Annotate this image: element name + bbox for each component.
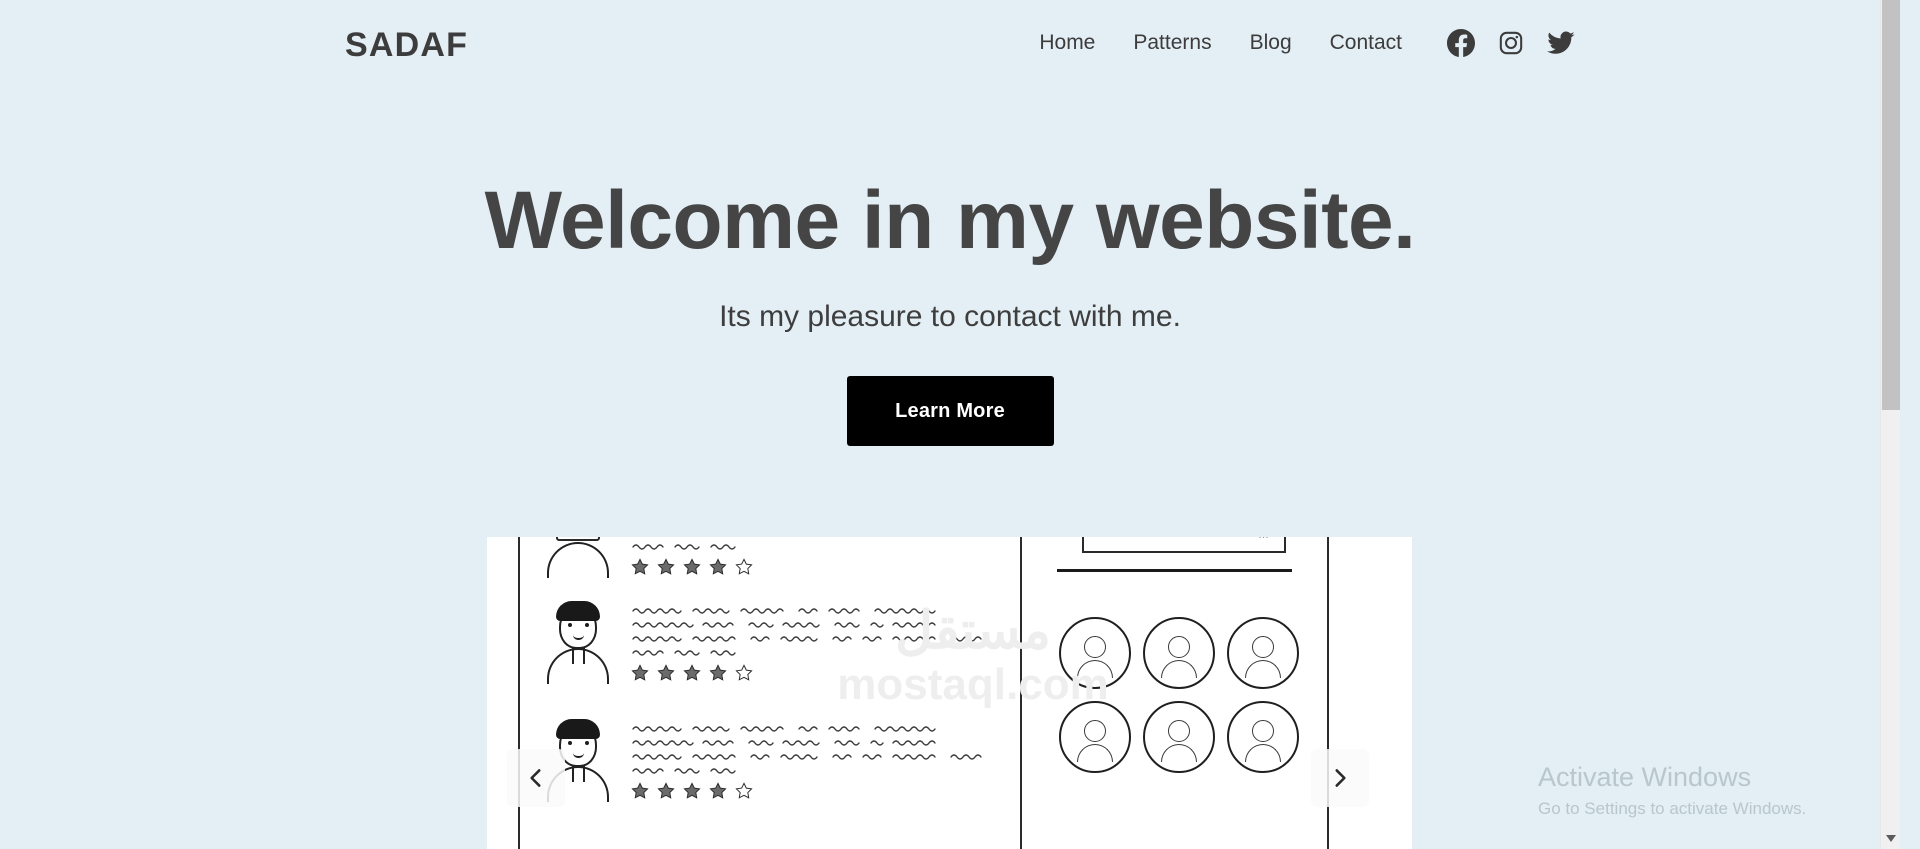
page-scrollbar[interactable] (1880, 0, 1900, 849)
mockup-carousel[interactable]: follow list مستقل mostaql.com (487, 537, 1412, 849)
star-filled-icon (657, 782, 675, 799)
chevron-left-icon (530, 769, 541, 787)
hero-cta-wrapper: Learn More (0, 376, 1900, 447)
star-filled-icon (631, 664, 649, 681)
hero-subtitle: Its my pleasure to contact with me. (719, 300, 1181, 334)
review-body (631, 601, 1051, 682)
follow-list-box[interactable]: follow list (1082, 537, 1286, 553)
twitter-icon[interactable] (1547, 29, 1575, 57)
facebook-icon[interactable] (1447, 29, 1475, 57)
page-title: Welcome in my website. (484, 175, 1416, 266)
follow-list-label: follow list (1096, 537, 1152, 540)
social-links (1447, 29, 1575, 57)
star-filled-icon (631, 782, 649, 799)
activation-subtitle: Go to Settings to activate Windows. (1538, 799, 1807, 818)
star-filled-icon (683, 782, 701, 799)
placeholder-text-lines (632, 726, 982, 774)
star-filled-icon (683, 558, 701, 575)
learn-more-button[interactable]: Learn More (846, 376, 1054, 447)
divider (1057, 569, 1292, 572)
activation-title: Activate Windows (1538, 762, 1752, 793)
user-avatar-sketch-icon (539, 537, 617, 578)
placeholder-text-lines (632, 608, 982, 656)
windows-activation-watermark: Activate Windows Go to Settings to activ… (1538, 761, 1838, 819)
carousel-prev-button[interactable] (507, 749, 565, 807)
star-filled-icon (709, 782, 727, 799)
star-filled-icon (657, 664, 675, 681)
list-item (539, 537, 1009, 578)
site-logo[interactable]: SADAF (345, 26, 468, 65)
scrollbar-down-button[interactable] (1881, 829, 1900, 847)
avatar[interactable] (1143, 701, 1215, 773)
star-empty-icon (735, 782, 753, 799)
instagram-icon[interactable] (1497, 29, 1525, 57)
main-navigation: Home Patterns Blog Contact (1020, 28, 1575, 58)
wireframe-mockup: follow list مستقل mostaql.com (487, 537, 1412, 849)
nav-link-blog[interactable]: Blog (1231, 28, 1311, 58)
nav-link-contact[interactable]: Contact (1311, 28, 1421, 58)
star-filled-icon (709, 558, 727, 575)
chevron-right-icon (1335, 769, 1346, 787)
resize-handle-icon[interactable] (1258, 537, 1272, 539)
status-badge (631, 558, 1051, 576)
star-filled-icon (657, 558, 675, 575)
star-filled-icon (631, 558, 649, 575)
hero-section: Welcome in my website. Its my pleasure t… (0, 175, 1900, 447)
list-item (539, 601, 1009, 684)
avatar[interactable] (1059, 701, 1131, 773)
star-filled-icon (683, 664, 701, 681)
nav-link-home[interactable]: Home (1020, 28, 1114, 58)
page-root: SADAF Home Patterns Blog Contact Welcome… (0, 0, 1900, 849)
sketch-rule-mid (1020, 537, 1022, 849)
avatar[interactable] (1227, 617, 1299, 689)
avatar[interactable] (1227, 701, 1299, 773)
site-header: SADAF Home Patterns Blog Contact (0, 0, 1900, 100)
nav-link-patterns[interactable]: Patterns (1114, 28, 1230, 58)
review-body (631, 537, 1051, 576)
review-body (631, 719, 1051, 800)
star-empty-icon (735, 664, 753, 681)
caret-down-icon (1886, 834, 1896, 842)
avatar[interactable] (1059, 617, 1131, 689)
scrollbar-thumb[interactable] (1882, 0, 1900, 410)
user-avatar-sketch-icon (539, 601, 617, 684)
star-filled-icon (709, 664, 727, 681)
status-badge (631, 782, 1051, 800)
list-item (539, 719, 1009, 802)
carousel-next-button[interactable] (1311, 749, 1369, 807)
placeholder-text-lines (632, 544, 736, 550)
avatar[interactable] (1143, 617, 1215, 689)
star-empty-icon (735, 558, 753, 575)
follow-avatar-grid (1059, 617, 1303, 773)
status-badge (631, 664, 1051, 682)
